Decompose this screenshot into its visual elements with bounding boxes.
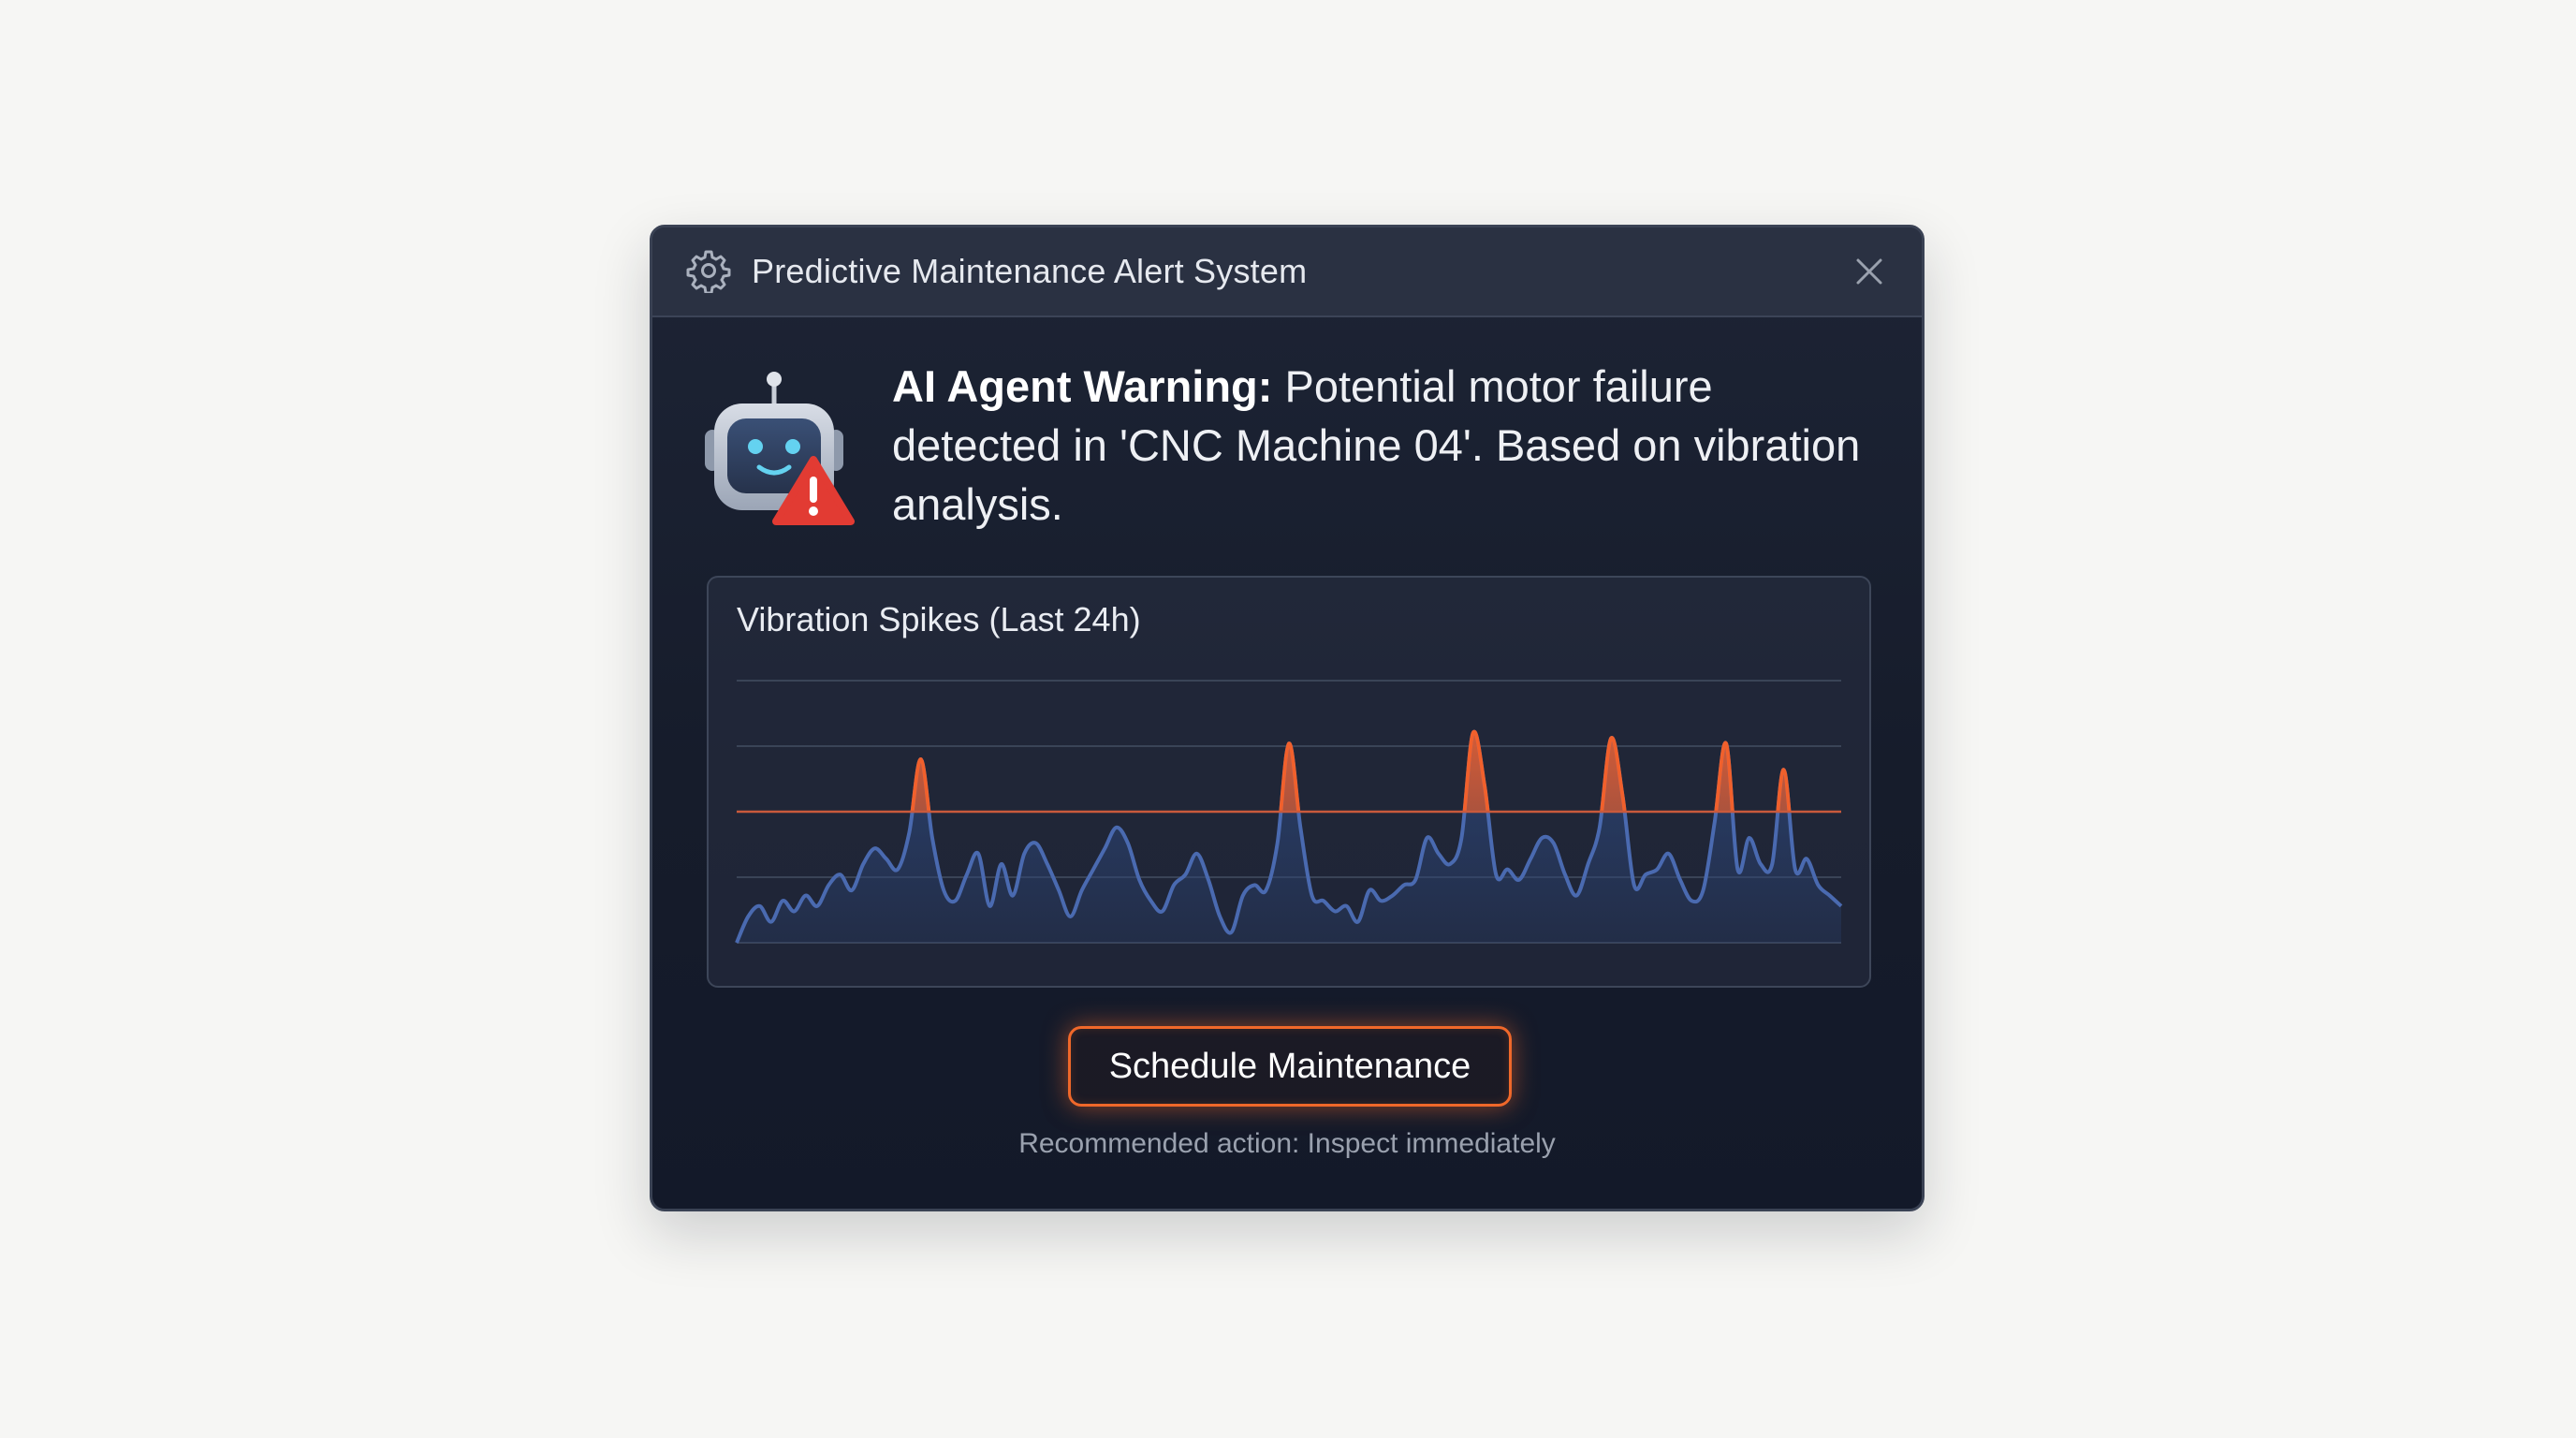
alert-prefix: AI Agent Warning: <box>892 361 1273 411</box>
close-icon[interactable] <box>1851 253 1888 290</box>
alert-message: AI Agent Warning: Potential motor failur… <box>892 357 1866 534</box>
gear-icon <box>686 250 731 293</box>
chart-title: Vibration Spikes (Last 24h) <box>737 600 1141 638</box>
recommendation-text: Recommended action: Inspect immediately <box>1018 1128 1556 1159</box>
window-title: Predictive Maintenance Alert System <box>752 252 1308 290</box>
vibration-chart-panel: Vibration Spikes (Last 24h) <box>707 576 1871 988</box>
schedule-maintenance-button[interactable]: Schedule Maintenance <box>1068 1026 1512 1107</box>
alert-dialog: Predictive Maintenance Alert System AI A… <box>650 225 1925 1211</box>
robot-warning-icon <box>705 372 855 525</box>
title-bar: Predictive Maintenance Alert System <box>652 227 1922 317</box>
